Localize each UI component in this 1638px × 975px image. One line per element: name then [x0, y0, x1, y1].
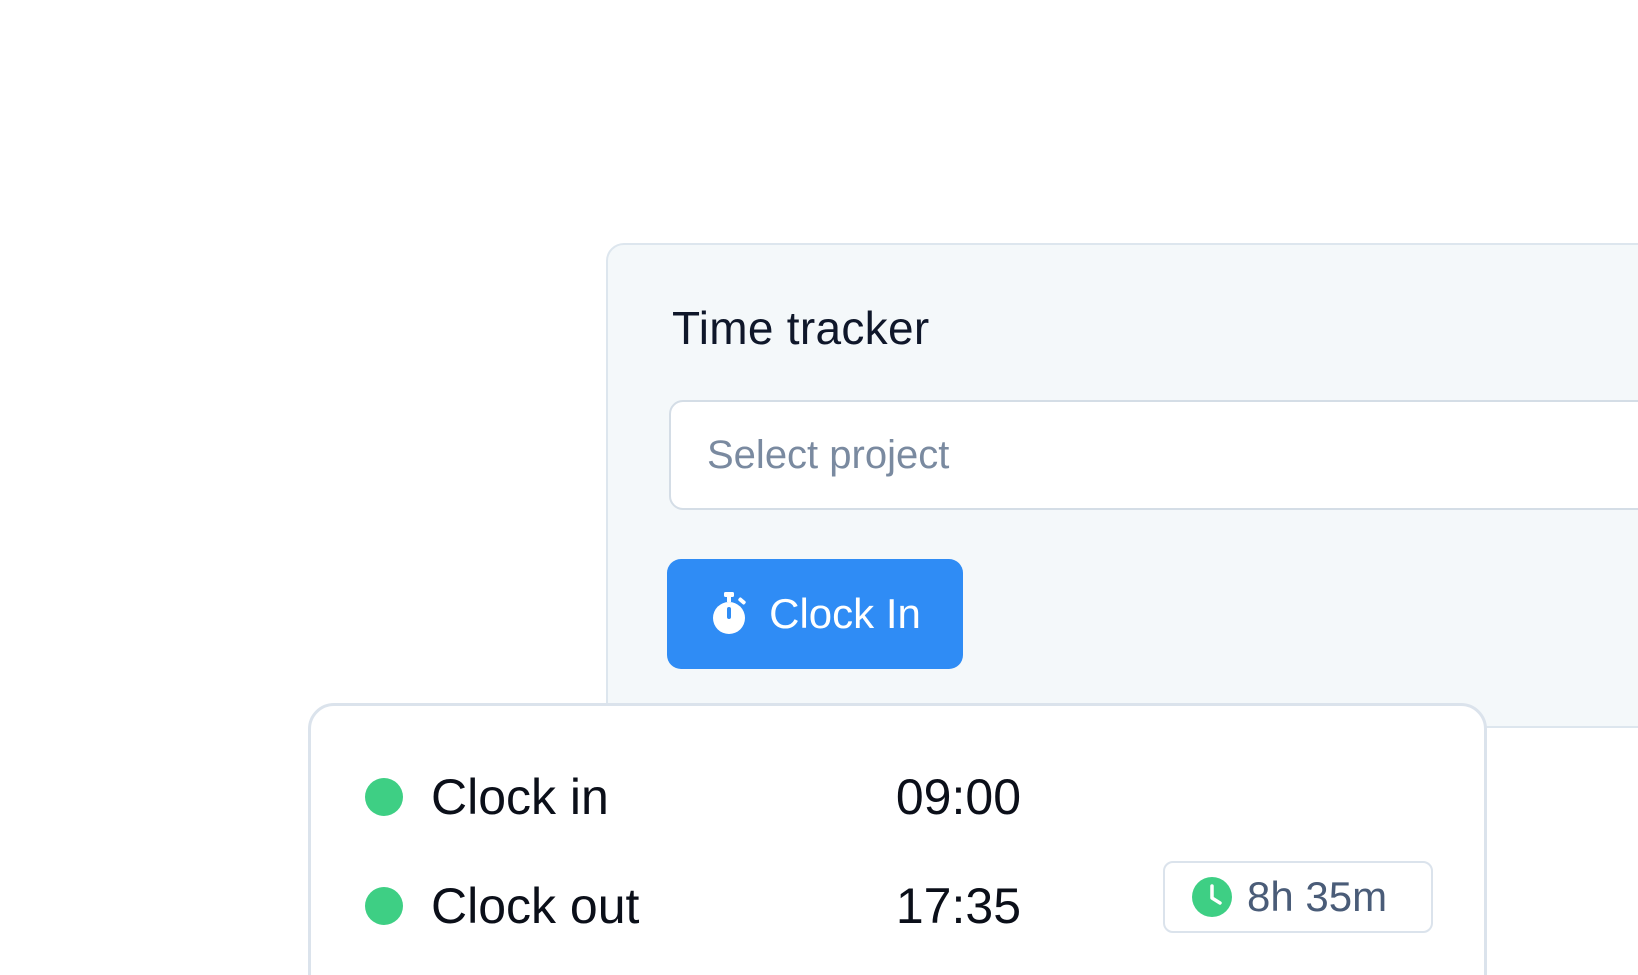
- log-row-clock-in: Clock in 09:00: [365, 767, 1021, 827]
- card-title: Time tracker: [672, 302, 930, 354]
- status-dot: [365, 887, 403, 925]
- log-label: Clock in: [431, 769, 609, 825]
- log-time: 09:00: [895, 769, 1021, 825]
- page: Time tracker Select project Clock In Clo…: [0, 0, 1638, 975]
- project-select[interactable]: Select project: [669, 400, 1638, 510]
- log-label: Clock out: [431, 878, 640, 934]
- clock-in-button[interactable]: Clock In: [667, 559, 963, 669]
- status-dot: [365, 778, 403, 816]
- clock-icon: [1191, 876, 1233, 918]
- project-select-placeholder: Select project: [707, 432, 950, 477]
- duration-badge: 8h 35m: [1163, 861, 1433, 933]
- time-tracker-card: Time tracker Select project Clock In: [606, 243, 1638, 728]
- log-time: 17:35: [895, 878, 1021, 934]
- duration-value: 8h 35m: [1247, 873, 1388, 920]
- log-row-clock-out: Clock out 17:35: [365, 876, 1021, 936]
- stopwatch-icon: [709, 592, 749, 636]
- clock-in-button-label: Clock In: [769, 590, 921, 637]
- time-log-card: Clock in 09:00 Clock out 17:35 8h 35m: [308, 703, 1487, 975]
